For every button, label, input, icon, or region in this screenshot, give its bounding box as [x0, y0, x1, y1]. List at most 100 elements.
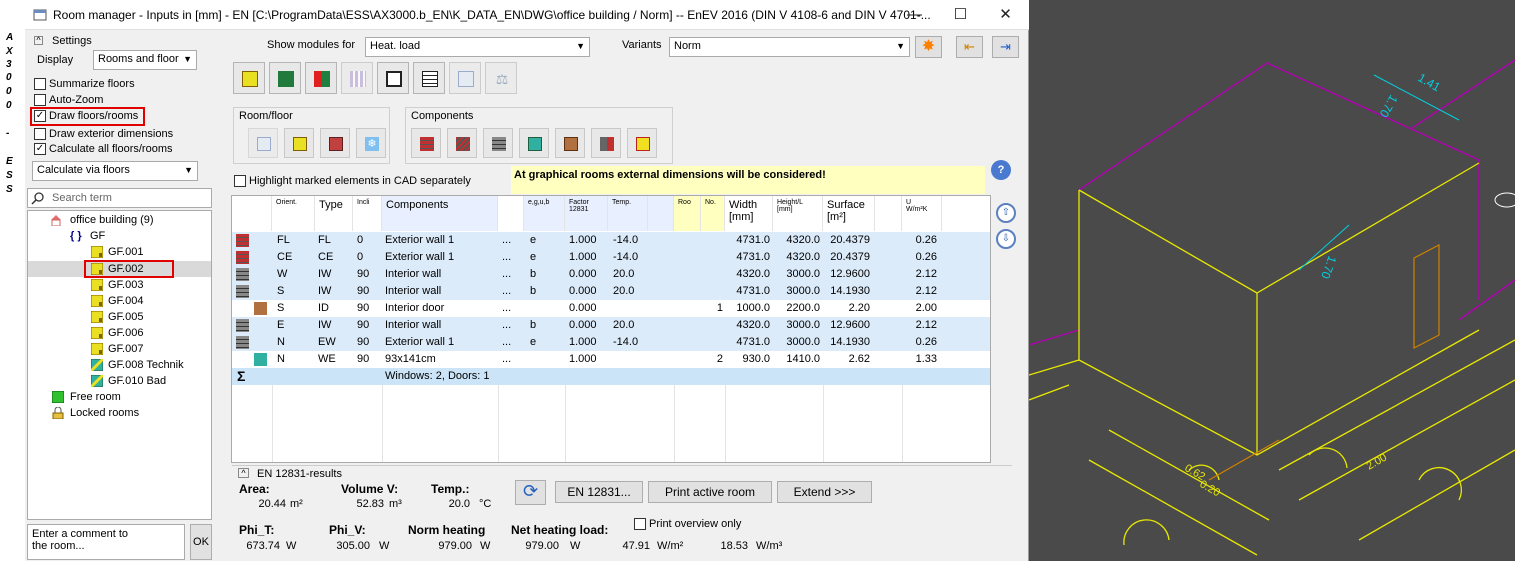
component-combo-button[interactable]	[591, 128, 621, 158]
table-row[interactable]: E IW 90 Interior wall... b 0.000 20.0 4320.0 300…	[232, 317, 990, 334]
header-width[interactable]: Width [mm]	[725, 196, 773, 231]
technical-room-icon	[91, 375, 103, 387]
tree-room[interactable]: GF.005	[108, 311, 143, 323]
cell-dots[interactable]: ...	[502, 353, 511, 365]
calculate-all-checkbox[interactable]: ✓	[34, 143, 46, 155]
calc-mode-select[interactable]: Calculate via floors ▼	[32, 161, 198, 181]
refresh-icon[interactable]: ⟳	[515, 480, 546, 505]
door-button[interactable]	[555, 128, 585, 158]
variant-settings-star-icon[interactable]: ✸	[915, 36, 942, 58]
tree-floor[interactable]: GF	[90, 230, 105, 242]
close-button[interactable]: ✕	[983, 0, 1028, 30]
header-components[interactable]: Components	[382, 196, 498, 231]
tree-room[interactable]: GF.006	[108, 327, 143, 339]
cell-comp: Interior wall	[385, 319, 442, 331]
module-select[interactable]: Heat. load ▼	[365, 37, 590, 57]
header-temp[interactable]: Temp.	[608, 196, 648, 231]
cell-dots[interactable]: ...	[502, 319, 511, 331]
house-button[interactable]	[627, 128, 657, 158]
table-row[interactable]: S IW 90 Interior wall... b 0.000 20.0 4731.0 300…	[232, 283, 990, 300]
phi-v-label: Phi_V:	[329, 523, 366, 537]
cell-dots[interactable]: ...	[502, 268, 511, 280]
header-egub[interactable]: e,g,u,b	[524, 196, 565, 231]
w-per-m2-value: 47.91	[622, 540, 650, 552]
window-module-button[interactable]	[377, 62, 409, 94]
room-module-button[interactable]	[233, 62, 265, 94]
room-icon	[91, 246, 103, 258]
maximize-button[interactable]: ☐	[938, 0, 983, 30]
cell-surface: 12.9600	[830, 319, 870, 331]
components-group: Components	[405, 107, 673, 164]
room-split-button[interactable]	[320, 128, 350, 158]
cell-dots[interactable]: ...	[502, 234, 511, 246]
window-button[interactable]	[519, 128, 549, 158]
tree-room[interactable]: GF.001	[108, 246, 143, 258]
form-button[interactable]	[449, 62, 481, 94]
room-button[interactable]	[284, 128, 314, 158]
tree-free-room[interactable]: Free room	[70, 391, 121, 403]
excel-export-button[interactable]	[269, 62, 301, 94]
table-row[interactable]: CE CE 0 Exterior wall 1... e 1.000 -14.0 4731.0…	[232, 249, 990, 266]
table-row[interactable]: FL FL 0 Exterior wall 1... e 1.000 -14.0 4731.0…	[232, 232, 990, 249]
print-active-room-button[interactable]: Print active room	[648, 481, 772, 503]
move-down-icon[interactable]: ⇩	[996, 229, 1016, 249]
header-no[interactable]: No.	[701, 196, 725, 231]
print-overview-checkbox[interactable]	[634, 518, 646, 530]
header-roo[interactable]: Roo	[674, 196, 701, 231]
tree-room[interactable]: GF.003	[108, 279, 143, 291]
move-up-icon[interactable]: ⇧	[996, 203, 1016, 223]
radiator-button[interactable]	[341, 62, 373, 94]
en12831-button[interactable]: EN 12831...	[555, 481, 643, 503]
roof-button[interactable]	[447, 128, 477, 158]
table-row[interactable]: W IW 90 Interior wall... b 0.000 20.0 4320.0 300…	[232, 266, 990, 283]
display-select[interactable]: Rooms and floor ▼	[93, 50, 197, 70]
cell-dots[interactable]: ...	[502, 285, 511, 297]
collapse-settings-icon[interactable]: ^	[34, 36, 43, 45]
export-arrow-icon[interactable]: ⇥	[992, 36, 1019, 58]
tree-room[interactable]: GF.007	[108, 343, 143, 355]
auto-zoom-checkbox[interactable]	[34, 94, 46, 106]
component-colors-button[interactable]	[305, 62, 337, 94]
cell-dots[interactable]: ...	[502, 302, 511, 314]
tree-root[interactable]: office building (9)	[70, 214, 154, 226]
header-height[interactable]: Height/L [mm]	[773, 196, 823, 231]
variant-select[interactable]: Norm ▼	[669, 37, 910, 57]
header-orient[interactable]: Orient.	[272, 196, 315, 231]
header-type[interactable]: Type	[315, 196, 353, 231]
cell-surface: 12.9600	[830, 268, 870, 280]
header-surface[interactable]: Surface [m²]	[823, 196, 875, 231]
help-icon[interactable]: ?	[991, 160, 1011, 180]
header-u[interactable]: U W/m²K	[902, 196, 942, 231]
tree-room[interactable]: GF.010 Bad	[108, 375, 166, 387]
draw-exterior-dimensions-checkbox[interactable]	[34, 128, 46, 140]
header-factor-line2: 12831	[569, 206, 589, 213]
tree-locked-rooms[interactable]: Locked rooms	[70, 407, 139, 419]
table-row[interactable]: S ID 90 Interior door... 0.000 1 1000.0 2200.0 2…	[232, 300, 990, 317]
tree-room[interactable]: GF.008 Technik	[108, 359, 184, 371]
import-arrow-icon[interactable]: ⇤	[956, 36, 983, 58]
search-input[interactable]: Search term	[27, 188, 212, 208]
cell-dots[interactable]: ...	[502, 336, 511, 348]
snowflake-button[interactable]: ❄	[356, 128, 386, 158]
interior-wall-button[interactable]	[483, 128, 513, 158]
summarize-floors-checkbox[interactable]	[34, 78, 46, 90]
cad-viewport[interactable]: 1.41 1.70 1.70 0.62 0.20 2.00	[1028, 0, 1515, 561]
extend-button[interactable]: Extend >>>	[777, 481, 872, 503]
report-button[interactable]	[413, 62, 445, 94]
comment-ok-button[interactable]: OK	[190, 524, 212, 560]
header-factor[interactable]: Factor 12831	[565, 196, 608, 231]
norm-heating-label: Norm heating	[408, 523, 486, 537]
table-row[interactable]: N EW 90 Exterior wall 1... e 1.000 -14.0 4731.0…	[232, 334, 990, 351]
highlight-cad-checkbox[interactable]	[234, 175, 246, 187]
balance-button[interactable]: ⚖	[485, 62, 517, 94]
comment-input[interactable]: Enter a comment to the room...	[27, 524, 185, 560]
side-letter: -	[6, 128, 10, 139]
cell-dots[interactable]: ...	[502, 251, 511, 263]
table-row[interactable]: N WE 90 93x141cm... 1.000 2 930.0 1410.0 2.62 1.3…	[232, 351, 990, 368]
header-incl[interactable]: Incli	[353, 196, 382, 231]
exterior-wall-button[interactable]	[411, 128, 441, 158]
floor-layout-button[interactable]	[248, 128, 278, 158]
collapse-results-icon[interactable]: ^	[238, 468, 249, 478]
tree-room[interactable]: GF.004	[108, 295, 143, 307]
minimize-button[interactable]: —	[892, 0, 937, 30]
